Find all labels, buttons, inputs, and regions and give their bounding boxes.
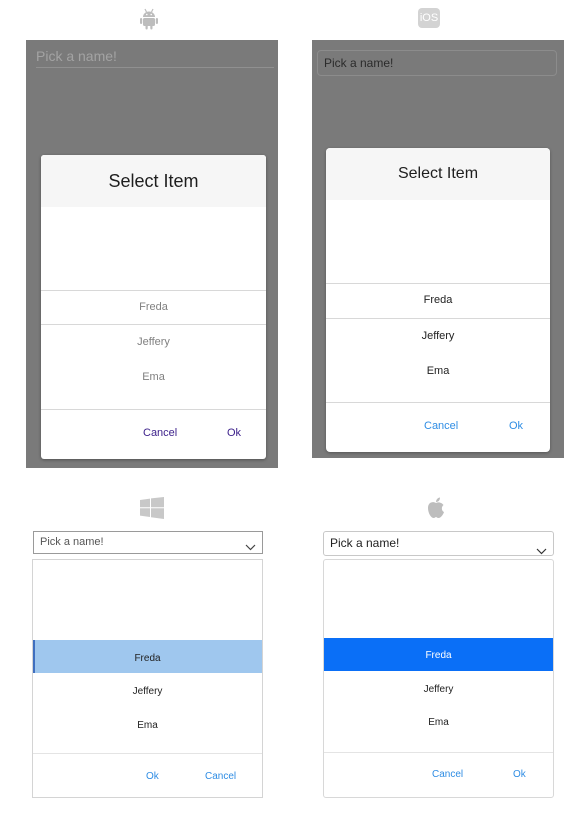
mac-picker-combobox[interactable]: Pick a name!	[323, 531, 554, 556]
android-option-ema[interactable]: Ema	[41, 371, 266, 383]
ios-dialog-title: Select Item	[326, 148, 550, 200]
android-option-jeffery[interactable]: Jeffery	[41, 336, 266, 348]
ios-icon: iOS	[418, 8, 440, 28]
windows-picker-popup: Freda Jeffery Ema Ok Cancel	[32, 559, 263, 798]
android-icon	[140, 8, 158, 35]
button-divider	[324, 752, 553, 753]
selection-bottom-line	[326, 318, 550, 319]
mac-picker-popup: Freda Jeffery Ema Cancel Ok	[323, 559, 554, 798]
ios-option-freda[interactable]: Freda	[326, 294, 550, 306]
apple-icon	[426, 496, 446, 525]
button-divider	[33, 753, 262, 754]
selection-top-line	[326, 283, 550, 284]
mac-option-freda[interactable]: Freda	[324, 650, 553, 661]
ios-option-ema[interactable]: Ema	[326, 365, 550, 377]
android-dialog-title: Select Item	[41, 155, 266, 207]
ios-picker-field[interactable]: Pick a name!	[317, 50, 557, 76]
button-divider	[41, 409, 266, 410]
android-ok-button[interactable]: Ok	[227, 427, 241, 439]
windows-option-jeffery[interactable]: Jeffery	[33, 686, 262, 697]
android-modal-overlay[interactable]: Pick a name! Select Item Freda Jeffery E…	[26, 40, 278, 468]
mac-cancel-button[interactable]: Cancel	[432, 769, 463, 780]
windows-picker-combobox[interactable]: Pick a name!	[33, 531, 263, 554]
windows-ok-button[interactable]: Ok	[146, 771, 159, 782]
android-option-freda[interactable]: Freda	[41, 301, 266, 313]
selection-top-line	[41, 290, 266, 291]
windows-option-ema[interactable]: Ema	[33, 720, 262, 731]
mac-picker-text: Pick a name!	[330, 536, 400, 550]
ios-cancel-button[interactable]: Cancel	[424, 420, 458, 432]
windows-option-freda[interactable]: Freda	[33, 653, 262, 664]
ios-option-jeffery[interactable]: Jeffery	[326, 330, 550, 342]
windows-cancel-button[interactable]: Cancel	[205, 771, 236, 782]
mac-option-jeffery[interactable]: Jeffery	[324, 684, 553, 695]
android-cancel-button[interactable]: Cancel	[143, 427, 177, 439]
windows-picker-text: Pick a name!	[40, 536, 104, 548]
chevron-down-icon	[245, 538, 256, 559]
ios-ok-button[interactable]: Ok	[509, 420, 523, 432]
mac-ok-button[interactable]: Ok	[513, 769, 526, 780]
mac-option-ema[interactable]: Ema	[324, 717, 553, 728]
ios-modal-overlay[interactable]: Pick a name! Select Item Freda Jeffery E…	[312, 40, 564, 458]
windows-icon	[140, 497, 164, 524]
ios-select-dialog: Select Item Freda Jeffery Ema Cancel Ok	[326, 148, 550, 452]
button-divider	[326, 402, 550, 403]
selection-bottom-line	[41, 324, 266, 325]
android-picker-field[interactable]: Pick a name!	[36, 46, 274, 68]
android-select-dialog: Select Item Freda Jeffery Ema Cancel Ok	[41, 155, 266, 459]
